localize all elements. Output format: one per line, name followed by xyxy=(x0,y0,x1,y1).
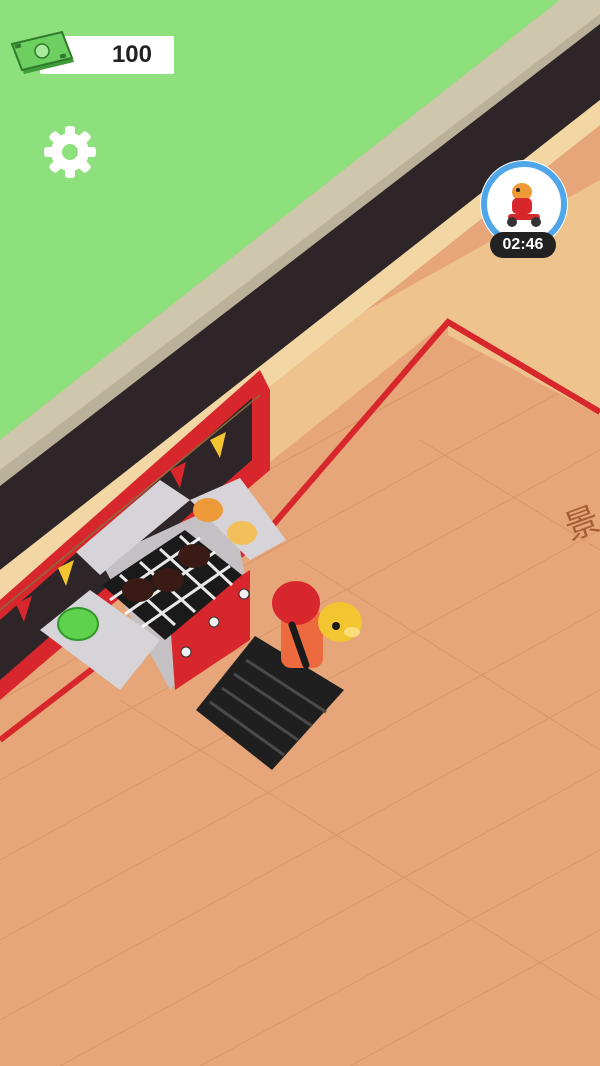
burger-patty xyxy=(178,544,210,568)
yellow-dino-pet xyxy=(318,602,362,642)
burger-patty xyxy=(122,578,154,602)
lettuce-plate xyxy=(57,607,99,641)
burger-bun xyxy=(193,498,223,522)
money-counter: 100 xyxy=(10,30,174,78)
burger-bun xyxy=(227,521,257,545)
timer-countdown: 02:46 xyxy=(490,232,556,258)
cash-stack-icon xyxy=(10,30,74,74)
chef-head xyxy=(272,581,320,625)
bonus-timer[interactable]: 02:46 xyxy=(476,158,572,260)
burger-patty xyxy=(152,568,184,592)
gear-icon[interactable] xyxy=(42,124,98,180)
